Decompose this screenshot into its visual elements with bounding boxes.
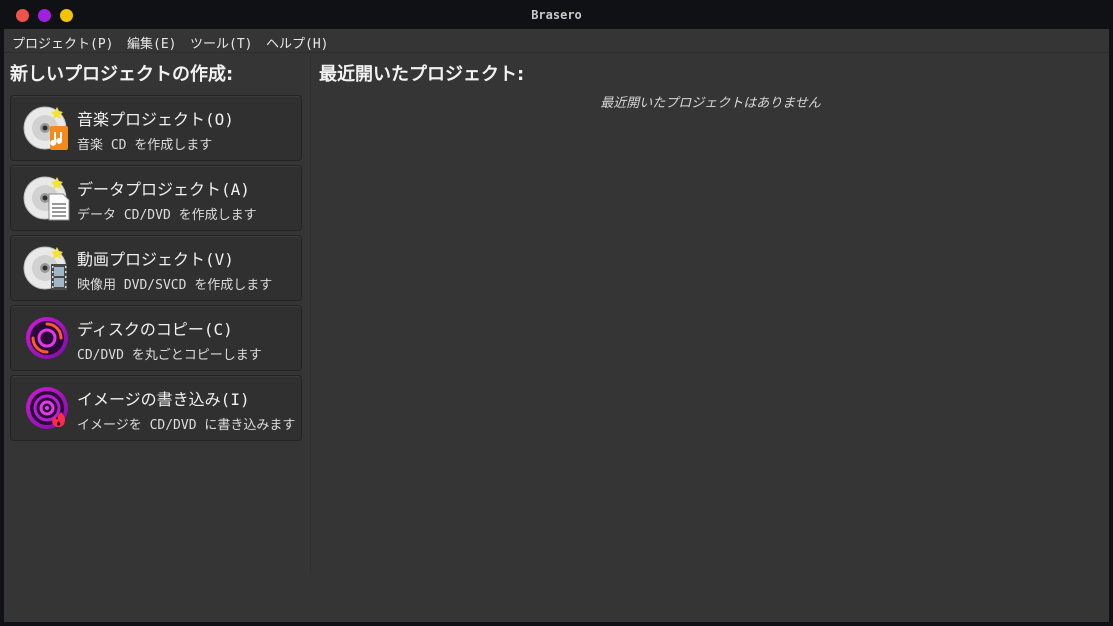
image-burn-icon [26,387,68,429]
menu-help[interactable]: ヘルプ(H) [266,33,328,52]
no-recent-projects-message: 最近開いたプロジェクトはありません [600,96,821,111]
menu-edit[interactable]: 編集(E) [127,33,176,52]
disc-copy-desc: CD/DVD を丸ごとコピーします [77,348,262,363]
image-burn-desc: イメージを CD/DVD に書き込みます [77,418,296,433]
video-project-desc: 映像用 DVD/SVCD を作成します [77,278,273,293]
main-content: プロジェクト(P) 編集(E) ツール(T) ヘルプ(H) 新しいプロジェクトの… [4,29,1109,622]
recent-projects-pane: 最近開いたプロジェクト: 最近開いたプロジェクトはありません [312,54,1109,622]
app-window: Brasero プロジェクト(P) 編集(E) ツール(T) ヘルプ(H) 新し… [0,0,1113,626]
disc-copy-label: ディスクのコピー(C) [77,320,233,339]
data-project-button[interactable]: データプロジェクト(A) データ CD/DVD を作成します [10,165,302,231]
video-disc-icon [23,246,67,290]
audio-project-desc: 音楽 CD を作成します [77,138,213,153]
audio-disc-icon [23,106,68,150]
new-project-pane: 新しいプロジェクトの作成: 音楽プロジェクト(O) 音楽 CD を作成します デ… [4,54,311,574]
window-title: Brasero [531,8,582,22]
new-project-heading: 新しいプロジェクトの作成: [10,64,234,85]
menu-tools[interactable]: ツール(T) [190,33,252,52]
video-project-button[interactable]: 動画プロジェクト(V) 映像用 DVD/SVCD を作成します [10,235,302,301]
data-project-label: データプロジェクト(A) [77,180,250,199]
video-project-label: 動画プロジェクト(V) [77,250,234,269]
image-burn-label: イメージの書き込み(I) [77,390,250,409]
data-project-desc: データ CD/DVD を作成します [77,208,257,223]
audio-project-button[interactable]: 音楽プロジェクト(O) 音楽 CD を作成します [10,95,302,161]
disc-copy-icon [26,317,68,359]
disc-copy-button[interactable]: ディスクのコピー(C) CD/DVD を丸ごとコピーします [10,305,302,371]
audio-project-label: 音楽プロジェクト(O) [77,110,234,129]
window-bottom-border [0,622,1113,626]
title-bar[interactable]: Brasero [0,0,1113,29]
menu-project[interactable]: プロジェクト(P) [12,33,113,52]
image-burn-button[interactable]: イメージの書き込み(I) イメージを CD/DVD に書き込みます [10,375,302,441]
data-disc-icon [23,176,70,221]
menu-bar: プロジェクト(P) 編集(E) ツール(T) ヘルプ(H) [4,29,1109,53]
recent-projects-heading: 最近開いたプロジェクト: [319,64,525,85]
